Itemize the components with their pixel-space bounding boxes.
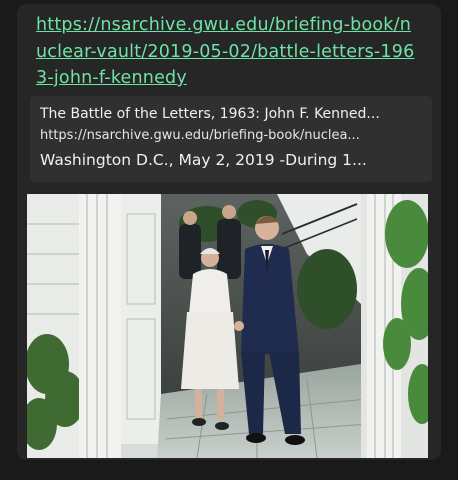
preview-image[interactable] [27,194,428,458]
preview-description: Washington D.C., May 2, 2019 -During 1..… [40,151,367,169]
preview-photo-illustration [27,194,428,458]
preview-title: The Battle of the Letters, 1963: John F.… [40,106,380,122]
preview-url: https://nsarchive.gwu.edu/briefing-book/… [40,128,360,143]
message-link[interactable]: https://nsarchive.gwu.edu/briefing-book/… [36,12,416,92]
link-preview-card[interactable]: The Battle of the Letters, 1963: John F.… [30,96,432,182]
